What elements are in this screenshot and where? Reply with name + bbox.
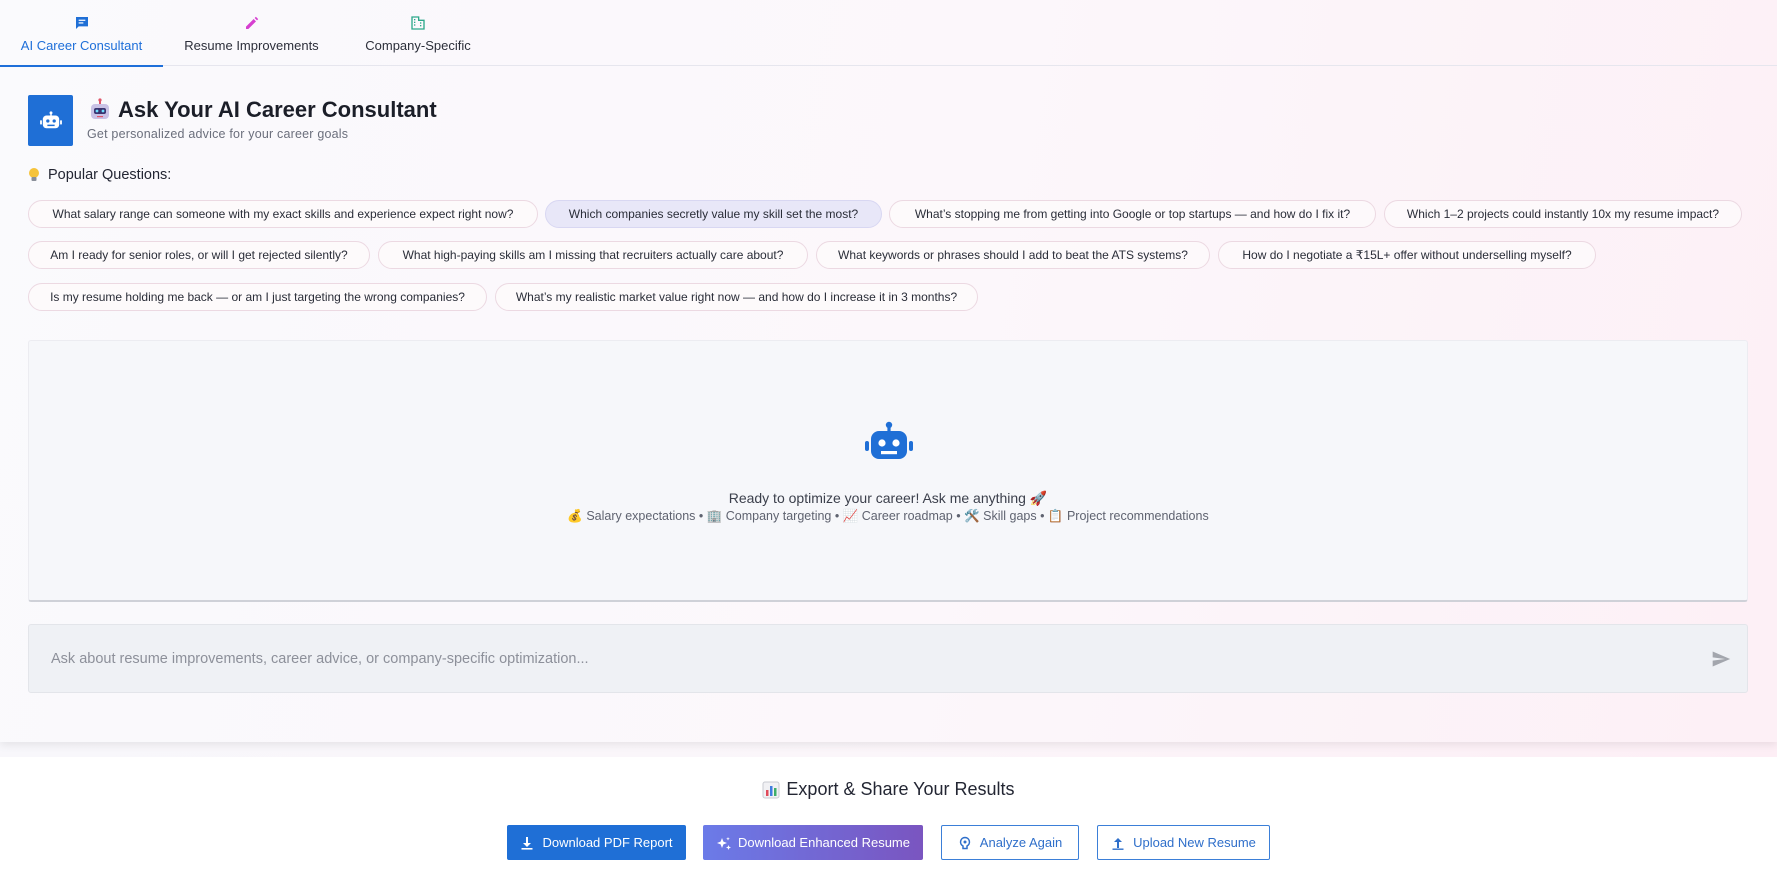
- upload-icon: [1111, 836, 1125, 850]
- chat-topics-list: 💰 Salary expectations • 🏢 Company target…: [567, 509, 1209, 523]
- question-chip[interactable]: Which 1–2 projects could instantly 10x m…: [1384, 200, 1742, 228]
- popular-questions-heading: Popular Questions:: [28, 167, 171, 183]
- download-icon: [520, 836, 534, 850]
- chat-icon: [73, 14, 91, 32]
- button-label: Upload New Resume: [1133, 835, 1256, 850]
- upload-new-resume-button[interactable]: Upload New Resume: [1097, 825, 1270, 860]
- button-label: Download PDF Report: [542, 835, 673, 850]
- question-chip[interactable]: What high-paying skills am I missing tha…: [378, 241, 808, 269]
- sparkles-icon: [716, 836, 731, 850]
- page-subtitle: Get personalized advice for your career …: [87, 127, 349, 141]
- building-icon: [409, 14, 427, 32]
- question-chip[interactable]: How do I negotiate a ₹15L+ offer without…: [1218, 241, 1596, 269]
- tab-resume-improvements[interactable]: Resume Improvements: [163, 0, 340, 66]
- chat-input-container: [28, 624, 1748, 693]
- robot-emoji-icon: [88, 98, 112, 122]
- pencil-icon: [243, 14, 261, 32]
- export-section: Export & Share Your Results Download PDF…: [0, 757, 1777, 877]
- question-chip[interactable]: Am I ready for senior roles, or will I g…: [28, 241, 370, 269]
- tab-ai-career-consultant[interactable]: AI Career Consultant: [0, 0, 163, 67]
- download-pdf-button[interactable]: Download PDF Report: [507, 825, 686, 860]
- analyze-again-button[interactable]: Analyze Again: [941, 825, 1079, 860]
- question-chip[interactable]: Is my resume holding me back — or am I j…: [28, 283, 487, 311]
- bar-chart-icon: [762, 781, 780, 799]
- consultant-card: AI Career Consultant Resume Improvements…: [0, 0, 1777, 742]
- tab-bar: AI Career Consultant Resume Improvements…: [0, 0, 1777, 67]
- chat-empty-state-text: Ready to optimize your career! Ask me an…: [728, 490, 1048, 506]
- popular-questions-title: Popular Questions:: [48, 167, 172, 183]
- question-chip[interactable]: What salary range can someone with my ex…: [28, 200, 538, 228]
- export-heading: Export & Share Your Results: [0, 779, 1777, 800]
- chat-messages-area[interactable]: Ready to optimize your career! Ask me an…: [28, 340, 1748, 602]
- download-enhanced-resume-button[interactable]: Download Enhanced Resume: [703, 825, 923, 860]
- question-chip[interactable]: Which companies secretly value my skill …: [545, 200, 882, 228]
- tab-label: Company-Specific: [365, 38, 471, 53]
- chat-input[interactable]: [51, 625, 1671, 692]
- question-chip[interactable]: What’s my realistic market value right n…: [495, 283, 978, 311]
- tab-company-specific[interactable]: Company-Specific: [340, 0, 496, 66]
- brain-icon: [958, 836, 972, 850]
- question-chip[interactable]: What keywords or phrases should I add to…: [816, 241, 1210, 269]
- lightbulb-icon: [28, 167, 42, 183]
- robot-icon: [28, 95, 73, 146]
- robot-icon: [864, 421, 914, 465]
- tab-label: Resume Improvements: [184, 38, 319, 53]
- export-title: Export & Share Your Results: [786, 779, 1015, 799]
- tab-label: AI Career Consultant: [20, 38, 143, 53]
- title-row: Ask Your AI Career Consultant: [88, 97, 437, 123]
- page-title: Ask Your AI Career Consultant: [118, 97, 437, 122]
- button-label: Download Enhanced Resume: [738, 835, 910, 850]
- question-chip[interactable]: What’s stopping me from getting into Goo…: [889, 200, 1376, 228]
- button-label: Analyze Again: [979, 835, 1063, 850]
- send-icon[interactable]: [1711, 649, 1731, 669]
